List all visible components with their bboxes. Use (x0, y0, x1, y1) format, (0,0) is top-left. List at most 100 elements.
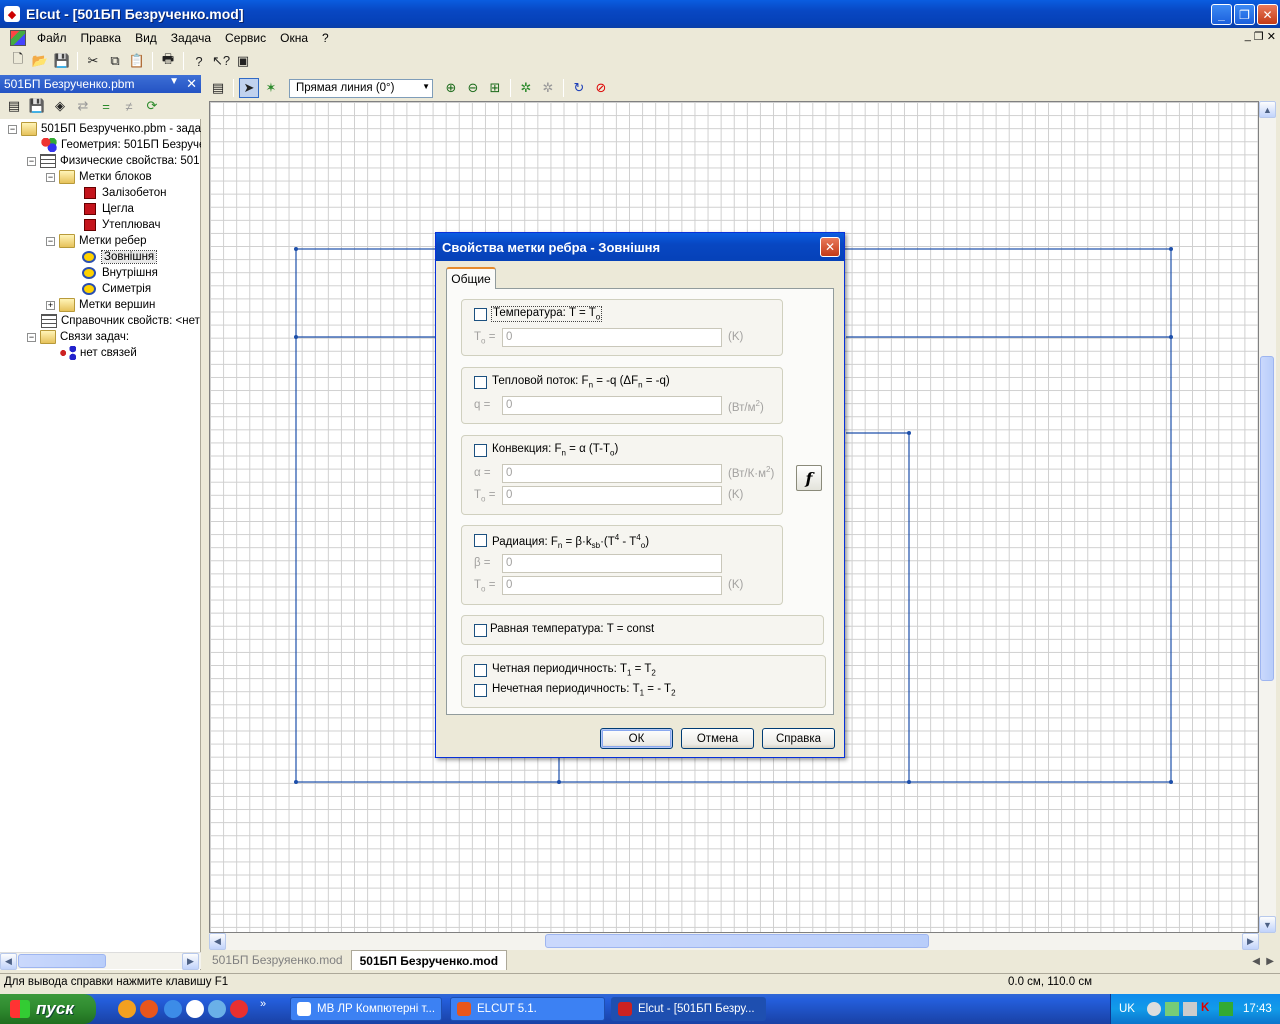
temperature-input[interactable]: 0 (502, 328, 722, 347)
context-help-icon[interactable]: ↖? (211, 51, 231, 71)
tree-links[interactable]: − Связи задач: (27, 329, 129, 345)
save-icon[interactable]: 💾 (52, 51, 72, 71)
not-equal-icon[interactable]: ≠ (119, 96, 139, 116)
vertex[interactable] (1169, 247, 1173, 251)
heatflux-input[interactable]: 0 (502, 396, 722, 415)
scroll-right-icon[interactable]: ▶ (1242, 933, 1259, 950)
properties-icon[interactable]: ▤ (4, 96, 24, 116)
select-arrow-icon[interactable]: ➤ (239, 78, 259, 98)
tab-document-2[interactable]: 501БП Безрученко.mod (350, 950, 508, 970)
tray-app-icon[interactable] (1218, 1002, 1233, 1016)
tree-edge-labels[interactable]: − Метки ребер (46, 233, 147, 249)
vertex[interactable] (557, 780, 561, 784)
collapse-icon[interactable]: − (27, 332, 36, 342)
function-button[interactable]: f (796, 465, 822, 491)
language-indicator[interactable]: UK (1119, 1003, 1135, 1015)
tree-edge-item[interactable]: Симетрія (82, 281, 151, 297)
vertex[interactable] (294, 247, 298, 251)
tree-geometry[interactable]: Геометрия: 501БП Безруче (41, 137, 201, 153)
vertex[interactable] (1169, 780, 1173, 784)
cancel-button[interactable]: Отмена (681, 728, 754, 749)
refresh-icon[interactable]: ⟳ (142, 96, 162, 116)
tab-scroll-left-icon[interactable]: ◀ (1252, 956, 1260, 967)
tree-physical[interactable]: − Физические свойства: 501 (27, 153, 200, 169)
tree-vertex-labels[interactable]: + Метки вершин (46, 297, 155, 313)
start-button[interactable]: пуск (0, 994, 96, 1024)
convection-alpha-input[interactable]: 0 (502, 464, 722, 483)
quicklaunch-firefox-icon[interactable] (140, 1000, 158, 1018)
tab-document-1[interactable]: 501БП Безруяенко.mod (204, 950, 351, 970)
menu-help[interactable]: ? (315, 31, 336, 45)
tree-block-labels[interactable]: − Метки блоков (46, 169, 152, 185)
stop-icon[interactable]: ⊘ (591, 78, 611, 98)
radiation-t-input[interactable]: 0 (502, 576, 722, 595)
scroll-thumb[interactable] (545, 934, 929, 948)
line-type-select[interactable]: Прямая линия (0°) ▼ (289, 78, 433, 98)
tray-safely-remove-icon[interactable] (1182, 1002, 1197, 1016)
tab-scroll-right-icon[interactable]: ▶ (1266, 956, 1274, 967)
scroll-up-icon[interactable]: ▲ (1259, 101, 1276, 118)
vertex[interactable] (907, 780, 911, 784)
mdi-close-icon[interactable]: ✕ (1267, 30, 1276, 43)
quicklaunch-more-icon[interactable]: » (260, 998, 266, 1010)
uniform-temperature-label[interactable]: Равная температура: T = const (490, 623, 654, 635)
tree-edge-item[interactable]: Внутрішня (82, 265, 158, 281)
uniform-temperature-checkbox[interactable] (474, 624, 487, 637)
app-icon[interactable]: ◆ (4, 6, 20, 22)
zoom-in-icon[interactable]: ⊕ (441, 78, 461, 98)
scroll-left-icon[interactable]: ◀ (209, 933, 226, 950)
tree-no-links[interactable]: нет связей (60, 345, 137, 361)
canvas-vertical-scrollbar[interactable]: ▲ ▼ (1259, 101, 1276, 933)
collapse-icon[interactable]: − (46, 236, 55, 246)
menu-file[interactable]: Файл (30, 31, 74, 45)
vertex[interactable] (1169, 335, 1173, 339)
quicklaunch-app-icon[interactable] (208, 1000, 226, 1018)
tree-block-item[interactable]: Залізобетон (82, 185, 167, 201)
ok-button[interactable]: ОК (600, 728, 673, 749)
scroll-right-icon[interactable]: ▶ (182, 953, 199, 970)
mesh-remove-icon[interactable]: ✲ (538, 78, 558, 98)
vertex[interactable] (294, 335, 298, 339)
help-icon[interactable]: ? (189, 51, 209, 71)
radiation-checkbox[interactable] (474, 534, 487, 547)
close-panel-icon[interactable]: ✕ (186, 76, 197, 92)
radiation-beta-input[interactable]: 0 (502, 554, 722, 573)
tab-general[interactable]: Общие (446, 267, 496, 289)
cut-icon[interactable]: ✂ (83, 51, 103, 71)
mesh-build-icon[interactable]: ✲ (516, 78, 536, 98)
zoom-out-icon[interactable]: ⊖ (463, 78, 483, 98)
dialog-close-icon[interactable]: ✕ (820, 237, 840, 257)
taskbar-item-word[interactable]: МВ ЛР Компютерні т... (290, 997, 442, 1021)
temperature-label[interactable]: Температура: T = To (490, 305, 603, 323)
menu-view[interactable]: Вид (128, 31, 164, 45)
menu-tools[interactable]: Сервис (218, 31, 273, 45)
taskbar-item-browser[interactable]: ELCUT 5.1. (450, 997, 605, 1021)
tree-horizontal-scrollbar[interactable]: ◀ ▶ (0, 952, 201, 970)
taskbar-item-elcut[interactable]: Elcut - [501БП Безру... (611, 997, 766, 1021)
minimize-button[interactable]: _ (1211, 4, 1232, 25)
quicklaunch-butterfly-icon[interactable] (118, 1000, 136, 1018)
expand-icon[interactable]: + (46, 300, 55, 310)
quicklaunch-media-icon[interactable] (186, 1000, 204, 1018)
dropdown-arrow-icon[interactable]: ▼ (422, 82, 430, 91)
document-icon[interactable] (10, 30, 26, 46)
menu-edit[interactable]: Правка (74, 31, 129, 45)
scroll-down-icon[interactable]: ▼ (1259, 916, 1276, 933)
equal-icon[interactable]: = (96, 96, 116, 116)
convection-t-input[interactable]: 0 (502, 486, 722, 505)
even-periodicity-checkbox[interactable] (474, 664, 487, 677)
properties-icon[interactable]: ▤ (208, 78, 228, 98)
tree-block-item[interactable]: Цегла (82, 201, 134, 217)
print-icon[interactable]: 🖶 (158, 51, 178, 71)
collapse-icon[interactable]: − (46, 172, 55, 182)
new-file-icon[interactable]: 🗋 (8, 51, 28, 71)
quicklaunch-ie-icon[interactable] (164, 1000, 182, 1018)
heatflux-label[interactable]: Тепловой поток: Fn = -q (ΔFn = -q) (492, 375, 670, 389)
tree-root[interactable]: − 501БП Безрученко.pbm - задач (8, 121, 201, 137)
vertex[interactable] (907, 431, 911, 435)
collapse-icon[interactable]: − (8, 124, 17, 134)
tray-arrow-icon[interactable] (1146, 1002, 1161, 1016)
menu-windows[interactable]: Окна (273, 31, 315, 45)
paste-icon[interactable]: 📋 (127, 51, 147, 71)
quicklaunch-opera-icon[interactable] (230, 1000, 248, 1018)
